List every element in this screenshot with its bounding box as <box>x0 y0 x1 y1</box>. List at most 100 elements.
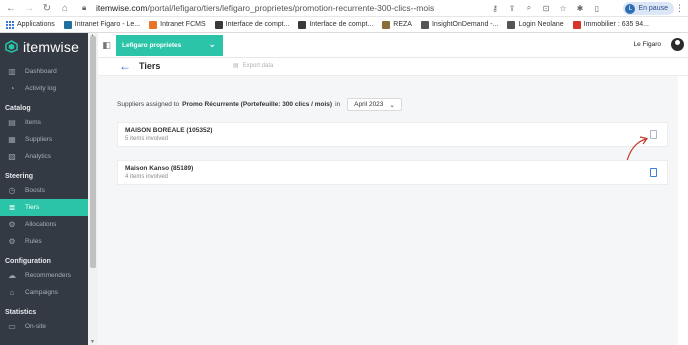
back-nav-icon[interactable]: ← <box>4 1 18 15</box>
sidebar-item-items[interactable]: ▤ Items <box>0 114 98 131</box>
document-icon[interactable] <box>650 168 657 177</box>
favicon-icon <box>214 20 223 29</box>
onsite-icon: ▭ <box>8 322 16 331</box>
sidebar-item-on-site[interactable]: ▭ On-site <box>0 318 98 335</box>
sidebar-item-analytics[interactable]: ▨ Analytics <box>0 148 98 165</box>
favicon-icon <box>149 20 158 29</box>
browser-address-bar: ← → ↻ ⌂ 🔒︎ itemwise.com/portal/lefigaro/… <box>0 0 688 17</box>
activity-icon: ◔ <box>9 84 15 93</box>
dashboard-icon: ▥ <box>8 67 16 76</box>
rules-icon: ⚙ <box>8 237 16 246</box>
bookmark-item[interactable]: Interface de compt... <box>298 20 374 29</box>
favicon-icon <box>382 20 391 29</box>
bookmark-item[interactable]: Interface de compt... <box>214 20 290 29</box>
lock-icon[interactable]: 🔒︎ <box>82 3 92 13</box>
export-icon: ▤ <box>233 63 239 69</box>
supplier-card[interactable]: MAISON BOREALE (105352) 5 items involved <box>117 122 668 147</box>
app-sidebar: itemwise ▥ Dashboard ◔ Activity log Catalog ▤… <box>0 33 98 345</box>
sidebar-scrollbar[interactable]: ▲ ▼ <box>88 33 98 345</box>
user-name[interactable]: Le Figaro <box>634 41 661 48</box>
bookmark-label: Interface de compt... <box>309 21 374 28</box>
scroll-down-icon[interactable]: ▼ <box>90 339 95 345</box>
sidebar-item-label: Boosts <box>25 187 45 194</box>
profile-paused-button[interactable]: L En pause <box>623 2 674 15</box>
sidebar-item-campaigns[interactable]: ⌂ Campaigns <box>0 284 98 301</box>
bookmark-label: Interface de compt... <box>225 21 290 28</box>
sidebar-item-label: Campaigns <box>25 289 58 296</box>
home-icon[interactable]: ⌂ <box>58 1 72 15</box>
forward-nav-icon[interactable]: → <box>22 1 36 15</box>
export-data-button[interactable]: ▤ Export data <box>233 62 273 70</box>
sidebar-item-allocations[interactable]: ⚙ Allocations <box>0 216 98 233</box>
sidebar-scroll-thumb[interactable] <box>90 36 96 268</box>
bookmark-item[interactable]: Login Neolane <box>507 20 564 29</box>
user-account-icon[interactable] <box>671 38 684 51</box>
collapse-sidebar-icon[interactable]: ◧ <box>101 40 112 51</box>
apps-grid-icon <box>6 20 14 29</box>
bookmark-label: Intranet Figaro - Le... <box>74 21 141 28</box>
sidebar-item-boosts[interactable]: ◷ Boosts <box>0 182 98 199</box>
share-icon[interactable]: ⇪ <box>507 3 517 13</box>
campaigns-icon: ⌂ <box>9 288 15 297</box>
bookmark-item[interactable]: Immobilier : 635 94... <box>572 20 649 29</box>
back-arrow-icon[interactable]: ← <box>119 59 131 73</box>
sidebar-section-title: Configuration <box>5 258 51 265</box>
bookmark-label: Applications <box>17 21 55 28</box>
sidebar-item-suppliers[interactable]: ▦ Suppliers <box>0 131 98 148</box>
itemwise-logo-icon <box>5 40 18 53</box>
supplier-card[interactable]: Maison Kanso (85189) 4 items involved <box>117 160 668 185</box>
bookmark-item[interactable]: REZA <box>382 20 412 29</box>
zoom-icon[interactable]: ⌕ <box>524 3 534 13</box>
bookmark-item[interactable]: Applications <box>6 20 55 29</box>
sidebar-item-rules[interactable]: ⚙ Rules <box>0 233 98 250</box>
allocations-icon: ⚙ <box>8 220 16 229</box>
profile-paused-label: En pause <box>638 5 668 12</box>
bookmark-item[interactable]: Intranet Figaro - Le... <box>63 20 141 29</box>
filter-in: in <box>335 101 341 108</box>
bookmark-item[interactable]: Intranet FCMS <box>149 20 206 29</box>
sidebar-nav: ▥ Dashboard ◔ Activity log Catalog ▤ Items ▦ Sup… <box>0 60 98 335</box>
filter-tier: Promo Récurrente (Portefeuille: 300 clic… <box>182 101 333 108</box>
chevron-down-icon: ⌄ <box>389 101 395 109</box>
page-title: Tiers <box>139 61 161 71</box>
sidebar-item-label: Analytics <box>25 153 52 160</box>
key-icon[interactable]: ⚷ <box>490 3 500 13</box>
itemwise-logo[interactable]: itemwise <box>0 33 98 60</box>
main-scrollbar[interactable] <box>678 76 688 345</box>
sidepanel-icon[interactable]: ▯ <box>592 3 602 13</box>
main-content: Suppliers assigned to Promo Récurrente (… <box>98 76 688 345</box>
sidebar-item-recommenders[interactable]: ☁ Recommenders <box>0 267 98 284</box>
supplier-items-count: 5 items involved <box>125 136 169 142</box>
bookmark-item[interactable]: InsightOnDemand -... <box>420 20 498 29</box>
translate-icon[interactable]: ⊡ <box>541 3 551 13</box>
recommenders-icon: ☁ <box>8 271 16 280</box>
bookmark-label: REZA <box>393 21 412 28</box>
sidebar-item-label: Activity log <box>25 85 57 92</box>
boost-icon: ◷ <box>8 186 16 195</box>
month-select[interactable]: April 2023 ⌄ <box>347 98 402 111</box>
browser-menu-icon[interactable]: ⋮ <box>675 3 684 14</box>
sidebar-item-label: Allocations <box>25 221 57 228</box>
site-selector[interactable]: Lefigaro proprietes ⌄ <box>116 35 223 56</box>
sidebar-item-dashboard[interactable]: ▥ Dashboard <box>0 63 98 80</box>
sidebar-item-tiers[interactable]: ≣ Tiers <box>0 199 98 216</box>
suppliers-icon: ▦ <box>8 135 16 144</box>
sidebar-item-label: Tiers <box>25 204 40 211</box>
favicon-icon <box>507 20 516 29</box>
profile-avatar: L <box>625 3 636 14</box>
favicon-icon <box>420 20 429 29</box>
sidebar-item-activity-log[interactable]: ◔ Activity log <box>0 80 98 97</box>
url-field[interactable]: itemwise.com/portal/lefigaro/tiers/lefig… <box>96 3 434 13</box>
reload-icon[interactable]: ↻ <box>40 1 54 15</box>
extensions-icon[interactable]: ✱ <box>575 3 585 13</box>
url-path: /portal/lefigaro/tiers/lefigaro_propriet… <box>147 3 435 13</box>
tiers-icon: ≣ <box>8 203 16 212</box>
sidebar-item-label: On-site <box>25 323 46 330</box>
bookmark-label: Immobilier : 635 94... <box>583 21 649 28</box>
site-selector-label: Lefigaro proprietes <box>122 42 182 49</box>
sidebar-item-label: Dashboard <box>25 68 57 75</box>
sidebar-item-label: Rules <box>25 238 42 245</box>
supplier-name: MAISON BOREALE (105352) <box>125 127 213 134</box>
bookmark-star-icon[interactable]: ☆ <box>558 3 568 13</box>
sidebar-section-title: Catalog <box>5 105 31 112</box>
